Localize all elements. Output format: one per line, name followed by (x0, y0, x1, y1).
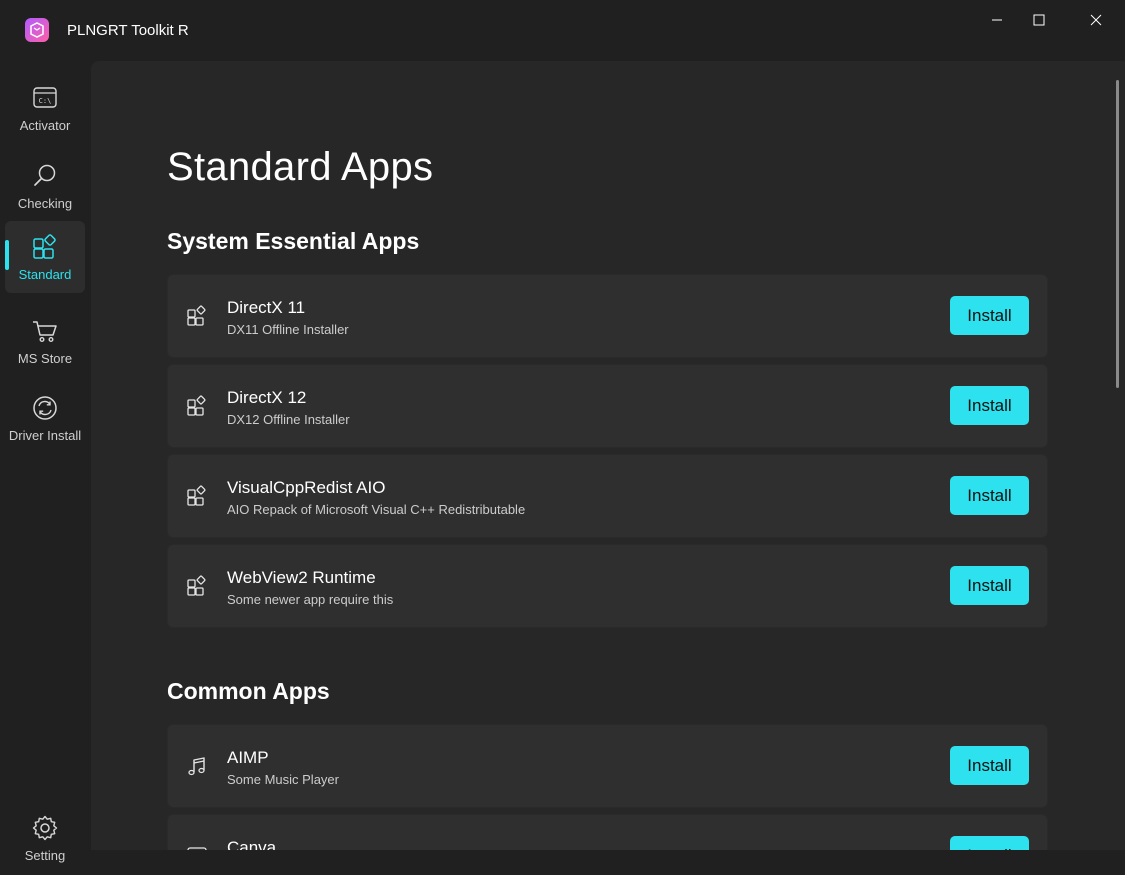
active-indicator (5, 240, 9, 270)
gear-icon (32, 815, 58, 841)
sidebar-item-label: Activator (19, 118, 71, 133)
sidebar-item-label: Checking (17, 196, 73, 211)
main-content: Standard Apps System Essential Apps Dire… (91, 61, 1125, 850)
app-description: DX12 Offline Installer (227, 412, 350, 427)
sidebar-item-label: MS Store (17, 351, 73, 366)
app-card-directx11: DirectX 11 DX11 Offline Installer Instal… (167, 274, 1048, 358)
app-description: DX11 Offline Installer (227, 322, 349, 337)
section-title: System Essential Apps (167, 228, 420, 254)
install-button[interactable]: Install (950, 476, 1029, 515)
apps-icon (187, 395, 206, 416)
app-name: WebView2 Runtime (227, 568, 376, 587)
page-title: Standard Apps (167, 145, 434, 189)
sidebar-item-label: Setting (24, 848, 66, 863)
sidebar-item-setting[interactable]: Setting (5, 802, 85, 874)
app-description: AIO Repack of Microsoft Visual C++ Redis… (227, 502, 526, 517)
sidebar-nav: C:\ Activator Checking Standard MS Store (0, 61, 91, 875)
app-icon (187, 847, 207, 850)
minimize-icon (991, 19, 1002, 21)
close-icon (1090, 14, 1101, 26)
install-button[interactable]: Install (950, 386, 1029, 425)
app-name: DirectX 12 (227, 388, 307, 407)
app-description: Some newer app require this (227, 592, 394, 607)
app-name: VisualCppRedist AIO (227, 478, 386, 497)
sidebar-item-ms-store[interactable]: MS Store (5, 305, 85, 377)
sidebar-item-label: Standard (18, 267, 72, 282)
install-button[interactable]: Install (950, 836, 1029, 850)
terminal-icon: C:\ (33, 87, 57, 108)
scrollbar-thumb[interactable] (1116, 80, 1119, 388)
apps-icon (187, 575, 206, 596)
maximize-icon (1033, 14, 1044, 26)
music-note-icon (188, 757, 205, 776)
apps-icon (187, 485, 206, 506)
sidebar-item-standard[interactable]: Standard (5, 221, 85, 293)
apps-icon (33, 234, 56, 259)
app-card-canva: Canva Install (167, 814, 1048, 850)
sidebar-item-checking[interactable]: Checking (5, 150, 85, 222)
app-card-visualcppredist: VisualCppRedist AIO AIO Repack of Micros… (167, 454, 1048, 538)
app-logo-icon (25, 18, 49, 42)
install-button[interactable]: Install (950, 566, 1029, 605)
app-name: AIMP (227, 748, 269, 767)
app-description: Some Music Player (227, 772, 339, 787)
app-name: DirectX 11 (227, 298, 306, 317)
app-card-webview2: WebView2 Runtime Some newer app require … (167, 544, 1048, 628)
section-title: Common Apps (167, 678, 330, 704)
cart-icon (33, 321, 57, 343)
app-name: Canva (227, 838, 277, 850)
app-card-aimp: AIMP Some Music Player Install (167, 724, 1048, 808)
app-card-directx12: DirectX 12 DX12 Offline Installer Instal… (167, 364, 1048, 448)
title-bar: PLNGRT Toolkit R (0, 0, 1125, 61)
window-title: PLNGRT Toolkit R (67, 22, 189, 39)
install-button[interactable]: Install (950, 296, 1029, 335)
close-button[interactable] (1067, 0, 1124, 40)
maximize-button[interactable] (1010, 0, 1067, 40)
svg-text:C:\: C:\ (39, 97, 52, 105)
sidebar-item-label: Driver Install (8, 428, 82, 443)
sidebar-item-activator[interactable]: C:\ Activator (5, 72, 85, 144)
sidebar-item-driver-install[interactable]: Driver Install (5, 382, 85, 454)
install-button[interactable]: Install (950, 746, 1029, 785)
apps-icon (187, 305, 206, 326)
sync-icon (33, 396, 57, 420)
search-icon (34, 164, 56, 186)
